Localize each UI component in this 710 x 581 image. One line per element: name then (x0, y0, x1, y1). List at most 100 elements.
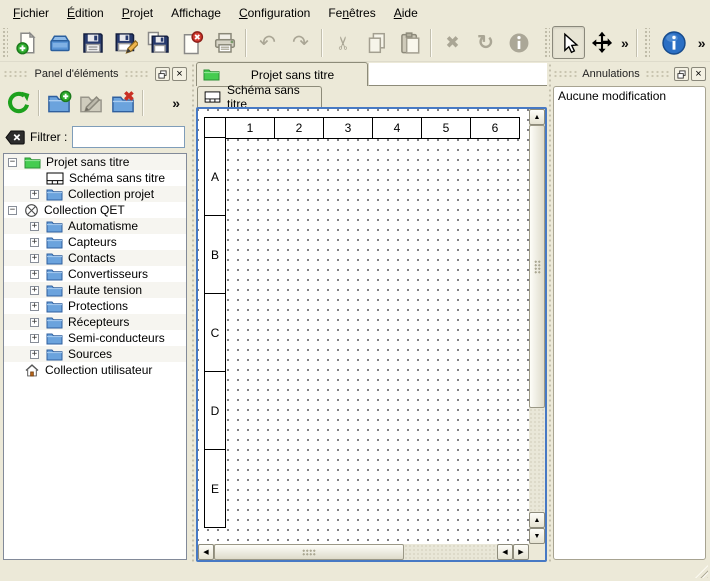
menu-affichage[interactable]: Affichage (162, 2, 230, 23)
tree-item-projet-sans-titre[interactable]: − Projet sans titre (4, 154, 186, 170)
collapse-icon[interactable]: − (8, 206, 17, 215)
tree-item-semi-conducteurs[interactable]: + Semi-conducteurs (4, 330, 186, 346)
dock-float-button[interactable] (155, 67, 170, 81)
column-header: 6 (470, 117, 520, 139)
tree-item-automatisme[interactable]: + Automatisme (4, 218, 186, 234)
row-header: A (204, 137, 226, 216)
scroll-left-button[interactable]: ◀ (198, 544, 214, 560)
tree-item-collection-projet[interactable]: + Collection projet (4, 186, 186, 202)
tree-item-schema-sans-titre[interactable]: Schéma sans titre (4, 170, 186, 186)
tree-item-haute-tension[interactable]: + Haute tension (4, 282, 186, 298)
expand-icon[interactable]: + (30, 222, 39, 231)
toolbar-drag-handle[interactable] (643, 28, 650, 58)
expand-icon[interactable]: + (30, 350, 39, 359)
toolbar-overflow-button[interactable]: » (618, 35, 632, 51)
tree-item-collection-qet[interactable]: − Collection QET (4, 202, 186, 218)
save-all-button[interactable] (142, 26, 175, 59)
close-file-button[interactable] (175, 26, 208, 59)
selection-mode-button[interactable] (552, 26, 585, 59)
filter-input[interactable] (72, 126, 185, 148)
tree-item-sources[interactable]: + Sources (4, 346, 186, 362)
expand-icon[interactable]: + (30, 318, 39, 327)
scroll-right-button[interactable]: ▶ (513, 544, 529, 560)
horizontal-scrollbar[interactable]: ◀ ◀ ▶ (198, 544, 529, 560)
expand-icon[interactable]: + (30, 254, 39, 263)
horizontal-scroll-thumb[interactable] (214, 544, 404, 560)
expand-icon[interactable]: + (30, 270, 39, 279)
menu-edition[interactable]: Édition (58, 2, 113, 23)
expand-icon[interactable]: + (30, 190, 39, 199)
tree-item-convertisseurs[interactable]: + Convertisseurs (4, 266, 186, 282)
menu-configuration[interactable]: Configuration (230, 2, 319, 23)
tree-item-contacts[interactable]: + Contacts (4, 250, 186, 266)
close-file-icon (180, 31, 204, 55)
toolbar-drag-handle[interactable] (1, 28, 8, 58)
save-as-button[interactable] (109, 26, 142, 59)
toolbar-drag-handle[interactable] (543, 28, 550, 58)
collapse-icon[interactable]: − (8, 158, 17, 167)
save-button[interactable] (76, 26, 109, 59)
resize-grip[interactable] (695, 565, 708, 578)
expand-icon[interactable]: + (30, 334, 39, 343)
panel-toolbar-overflow-button[interactable]: » (169, 95, 183, 111)
elements-panel-header[interactable]: Panel d'éléments × (3, 65, 187, 83)
cut-button[interactable]: ✂ (327, 26, 360, 59)
column-header: 2 (274, 117, 324, 139)
new-category-button[interactable] (43, 88, 75, 119)
menu-fenetres[interactable]: Fenêtres (319, 2, 384, 23)
undo-button[interactable]: ↶ (251, 26, 284, 59)
open-file-button[interactable] (43, 26, 76, 59)
tree-item-collection-utilisateur[interactable]: Collection utilisateur (4, 362, 186, 378)
menu-projet[interactable]: Projet (113, 2, 162, 23)
expand-icon[interactable]: + (30, 302, 39, 311)
horizontal-scroll-track[interactable] (404, 544, 497, 560)
menu-aide[interactable]: Aide (385, 2, 427, 23)
edit-category-button[interactable] (75, 88, 107, 119)
undo-dock-header[interactable]: Annulations × (553, 65, 706, 83)
tree-item-capteurs[interactable]: + Capteurs (4, 234, 186, 250)
reload-collections-button[interactable] (3, 88, 35, 119)
tab-schema-sans-titre[interactable]: Schéma sans titre (197, 86, 322, 107)
expand-icon[interactable]: + (30, 238, 39, 247)
qelectrotech-window: { "menubar": { "items": [ {"label": "Fic… (0, 0, 710, 581)
move-mode-button[interactable] (585, 26, 618, 59)
new-folder-icon (46, 90, 72, 116)
scroll-down-button[interactable]: ▼ (529, 528, 545, 544)
dock-float-button[interactable] (674, 67, 689, 81)
tree-item-protections[interactable]: + Protections (4, 298, 186, 314)
scroll-left-button-right[interactable]: ◀ (497, 544, 513, 560)
printer-icon (213, 31, 237, 55)
scroll-up-button-bottom[interactable]: ▲ (529, 512, 545, 528)
vertical-scroll-track[interactable] (529, 408, 545, 512)
delete-button[interactable]: ✖ (436, 26, 469, 59)
delete-category-button[interactable] (107, 88, 139, 119)
about-info-button[interactable] (658, 26, 691, 59)
expand-icon[interactable]: + (30, 286, 39, 295)
redo-button[interactable]: ↷ (284, 26, 317, 59)
tree-item-recepteurs[interactable]: + Récepteurs (4, 314, 186, 330)
paste-icon (398, 31, 422, 55)
restore-icon (158, 70, 167, 79)
dock-close-button[interactable]: × (172, 67, 187, 81)
vertical-scrollbar[interactable]: ▲ ▲ ▼ (529, 109, 545, 544)
vertical-scroll-thumb[interactable] (529, 125, 545, 408)
paste-button[interactable] (393, 26, 426, 59)
diagram-canvas[interactable]: 1 2 3 4 5 6 A B C D E (198, 109, 529, 544)
scroll-up-button[interactable]: ▲ (529, 109, 545, 125)
element-info-button[interactable] (502, 26, 535, 59)
print-button[interactable] (208, 26, 241, 59)
rotate-button[interactable]: ↻ (469, 26, 502, 59)
undo-list-item[interactable]: Aucune modification (556, 88, 703, 104)
new-file-button[interactable] (10, 26, 43, 59)
undo-dock-title: Annulations (582, 68, 640, 80)
menu-fichier[interactable]: Fichier (4, 2, 58, 23)
clear-filter-button[interactable] (5, 130, 25, 145)
toolbar-separator (142, 90, 144, 116)
toolbar-overflow-button[interactable]: » (695, 35, 709, 51)
edit-folder-icon (78, 90, 104, 116)
dock-close-button[interactable]: × (691, 67, 706, 81)
folder-blue-icon (46, 332, 63, 345)
copy-button[interactable] (360, 26, 393, 59)
dock-texture (645, 70, 669, 79)
folder-blue-icon (46, 220, 63, 233)
